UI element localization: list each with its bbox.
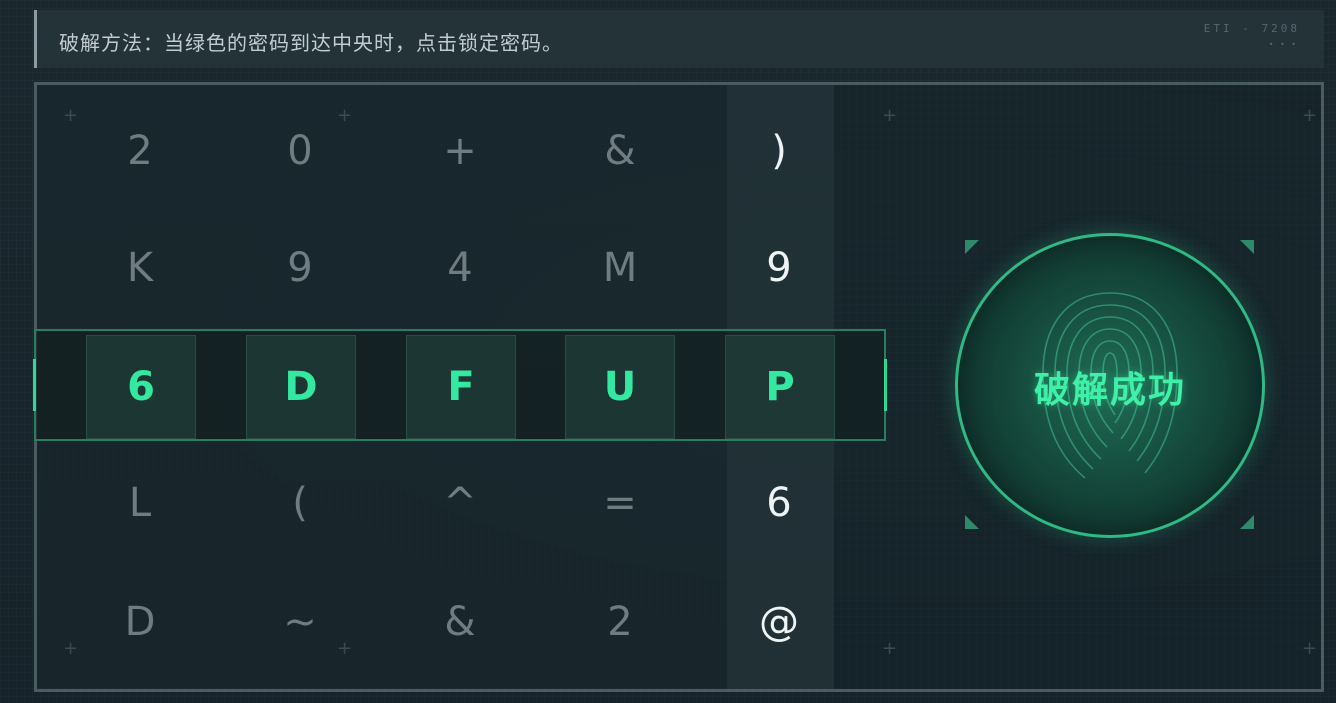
locked-code-cell[interactable]: P	[725, 335, 835, 439]
plus-marker: +	[1302, 638, 1318, 659]
code-cell: =	[603, 480, 637, 526]
plus-marker: +	[882, 638, 898, 659]
code-cell: 9	[287, 245, 313, 291]
corner-code: ETI - 7208	[1203, 22, 1300, 35]
code-cell: 4	[447, 245, 473, 291]
code-cell: K	[126, 245, 154, 291]
plus-marker: +	[63, 105, 79, 126]
code-cell: 0	[287, 128, 313, 174]
code-cell: @	[759, 599, 799, 645]
plus-marker: +	[882, 105, 898, 126]
locked-code-cell[interactable]: F	[406, 335, 516, 439]
locked-code-cell[interactable]: U	[565, 335, 675, 439]
locked-code-cell[interactable]: 6	[86, 335, 196, 439]
code-cell: 2	[127, 128, 153, 174]
instruction-text: 破解方法：当绿色的密码到达中央时，点击锁定密码。	[59, 31, 563, 55]
code-cell: 6	[766, 480, 792, 526]
code-cell: &	[444, 599, 476, 645]
lock-row: 6 D F U P	[33, 329, 887, 441]
code-cell: (	[292, 480, 308, 526]
instruction-bar: 破解方法：当绿色的密码到达中央时，点击锁定密码。 ETI - 7208 • • …	[34, 10, 1324, 68]
code-cell: L	[128, 480, 152, 526]
locked-code-cell[interactable]: D	[246, 335, 356, 439]
code-cell: 2	[607, 599, 633, 645]
code-cell: ~	[283, 599, 317, 645]
code-cell: D	[124, 599, 156, 645]
code-cell: )	[771, 128, 787, 174]
fingerprint-lock-button[interactable]: 破解成功	[955, 233, 1265, 538]
plus-marker: +	[63, 638, 79, 659]
code-cell: +	[443, 128, 477, 174]
crack-success-label: 破解成功	[1033, 370, 1186, 411]
code-cell: M	[602, 245, 638, 291]
game-screen: 破解方法：当绿色的密码到达中央时，点击锁定密码。 ETI - 7208 • • …	[0, 0, 1336, 703]
corner-dots: • • •	[1268, 40, 1298, 49]
code-cell: 9	[766, 245, 792, 291]
code-cell: &	[604, 128, 636, 174]
code-cell: ^	[443, 480, 477, 526]
plus-marker: +	[1302, 105, 1318, 126]
